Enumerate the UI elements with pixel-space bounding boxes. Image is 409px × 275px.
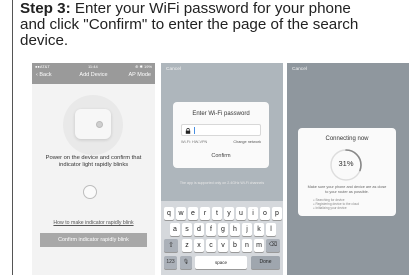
key-t[interactable]: t xyxy=(212,207,222,220)
key-p[interactable]: p xyxy=(272,207,282,220)
key-a[interactable]: a xyxy=(170,223,180,236)
instruction-text: Power on the device and confirm that ind… xyxy=(45,155,142,168)
change-network-link[interactable]: Change network xyxy=(233,140,261,144)
connecting-card: Connecting now 31% Make sure your phone … xyxy=(298,128,396,216)
microphone-key-icon[interactable]: 🎙 xyxy=(180,256,192,269)
status-bar: ●●AT&T 11:44 ⊕ ✱ 19% xyxy=(32,63,155,70)
nav-bar: ●●AT&T 11:44 ⊕ ✱ 19% ‹ Back Add Device A… xyxy=(32,63,155,84)
confirm-blink-button[interactable]: Confirm indicator rapidly blink xyxy=(40,233,147,247)
step-caption: Step 3: Enter your WiFi password for you… xyxy=(20,1,405,49)
key-l[interactable]: l xyxy=(266,223,276,236)
device-illustration xyxy=(63,95,123,155)
connection-steps: Searching for device Registering device … xyxy=(313,198,359,211)
done-key[interactable]: Done xyxy=(251,256,280,269)
key-f[interactable]: f xyxy=(206,223,216,236)
confirm-checkbox[interactable] xyxy=(83,185,97,199)
wifi-password-dialog: Enter Wi-Fi password Wi-Fi: HW-VPN Chang… xyxy=(173,102,269,168)
key-b[interactable]: b xyxy=(230,239,240,252)
key-o[interactable]: o xyxy=(260,207,270,220)
camera-lens-icon xyxy=(96,121,103,128)
backspace-key-icon[interactable]: ⌫ xyxy=(266,239,280,252)
status-time: 11:44 xyxy=(88,64,98,69)
progress-percent: 31% xyxy=(338,159,354,168)
lock-icon xyxy=(185,128,191,134)
keyboard-row-3: ⇧ z x c v b n m ⌫ xyxy=(161,239,283,252)
key-n[interactable]: n xyxy=(242,239,252,252)
key-g[interactable]: g xyxy=(218,223,228,236)
indicator-help-link[interactable]: How to make indicator rapidly blink xyxy=(32,220,155,226)
keyboard-row-1: q w e r t y u i o p xyxy=(161,207,283,220)
ap-mode-button[interactable]: AP Mode xyxy=(128,72,151,78)
cancel-button[interactable]: Cancel xyxy=(292,67,307,72)
status-battery: ⊕ ✱ 19% xyxy=(135,64,152,69)
key-r[interactable]: r xyxy=(200,207,210,220)
keyboard-row-2: a s d f g h j k l xyxy=(161,223,283,236)
key-m[interactable]: m xyxy=(254,239,264,252)
shift-key-icon[interactable]: ⇧ xyxy=(164,239,178,252)
key-d[interactable]: d xyxy=(194,223,204,236)
key-v[interactable]: v xyxy=(218,239,228,252)
numbers-key[interactable]: 123 xyxy=(164,256,177,269)
connecting-title: Connecting now xyxy=(325,136,369,142)
key-s[interactable]: s xyxy=(182,223,192,236)
phone-screen-wifi-password: Cancel Enter Wi-Fi password Wi-Fi: HW-VP… xyxy=(161,63,283,275)
key-j[interactable]: j xyxy=(242,223,252,236)
key-w[interactable]: w xyxy=(176,207,186,220)
keyboard-row-4: 123 🎙 space Done xyxy=(161,256,283,269)
caption-line-2: and click "Confirm" to enter the page of… xyxy=(20,16,359,33)
cancel-button[interactable]: Cancel xyxy=(166,67,181,72)
key-x[interactable]: x xyxy=(194,239,204,252)
caption-line-3: device. xyxy=(20,32,69,49)
key-c[interactable]: c xyxy=(206,239,216,252)
left-border-line xyxy=(12,0,13,275)
dialog-title: Enter Wi-Fi password xyxy=(192,111,250,117)
onscreen-keyboard: q w e r t y u i o p a s d f g h j k l ⇧ … xyxy=(161,201,283,275)
key-e[interactable]: e xyxy=(188,207,198,220)
step-item: Initializing your device xyxy=(313,206,359,210)
space-key[interactable]: space xyxy=(195,256,247,269)
proximity-info: Make sure your phone and device are as c… xyxy=(307,185,387,194)
wifi-network-name: Wi-Fi: HW-VPN xyxy=(181,140,208,144)
text-cursor xyxy=(194,127,195,134)
step-label: Step 3: xyxy=(20,0,71,17)
camera-device-icon xyxy=(75,109,111,139)
key-z[interactable]: z xyxy=(182,239,192,252)
key-h[interactable]: h xyxy=(230,223,240,236)
phone-screen-connecting: Cancel Connecting now 31% Make sure your… xyxy=(287,63,409,275)
phone-screen-add-device: ●●AT&T 11:44 ⊕ ✱ 19% ‹ Back Add Device A… xyxy=(32,63,155,275)
key-k[interactable]: k xyxy=(254,223,264,236)
key-y[interactable]: y xyxy=(224,207,234,220)
caption-line-1: Enter your WiFi password for your phone xyxy=(70,0,351,17)
carrier-signal: ●●AT&T xyxy=(35,64,50,69)
wifi-band-note: The app is supported only on 2.4GHz Wi-F… xyxy=(179,181,265,185)
wifi-password-input[interactable] xyxy=(181,124,261,136)
confirm-button[interactable]: Confirm xyxy=(173,153,269,159)
key-u[interactable]: u xyxy=(236,207,246,220)
key-i[interactable]: i xyxy=(248,207,258,220)
key-q[interactable]: q xyxy=(164,207,174,220)
